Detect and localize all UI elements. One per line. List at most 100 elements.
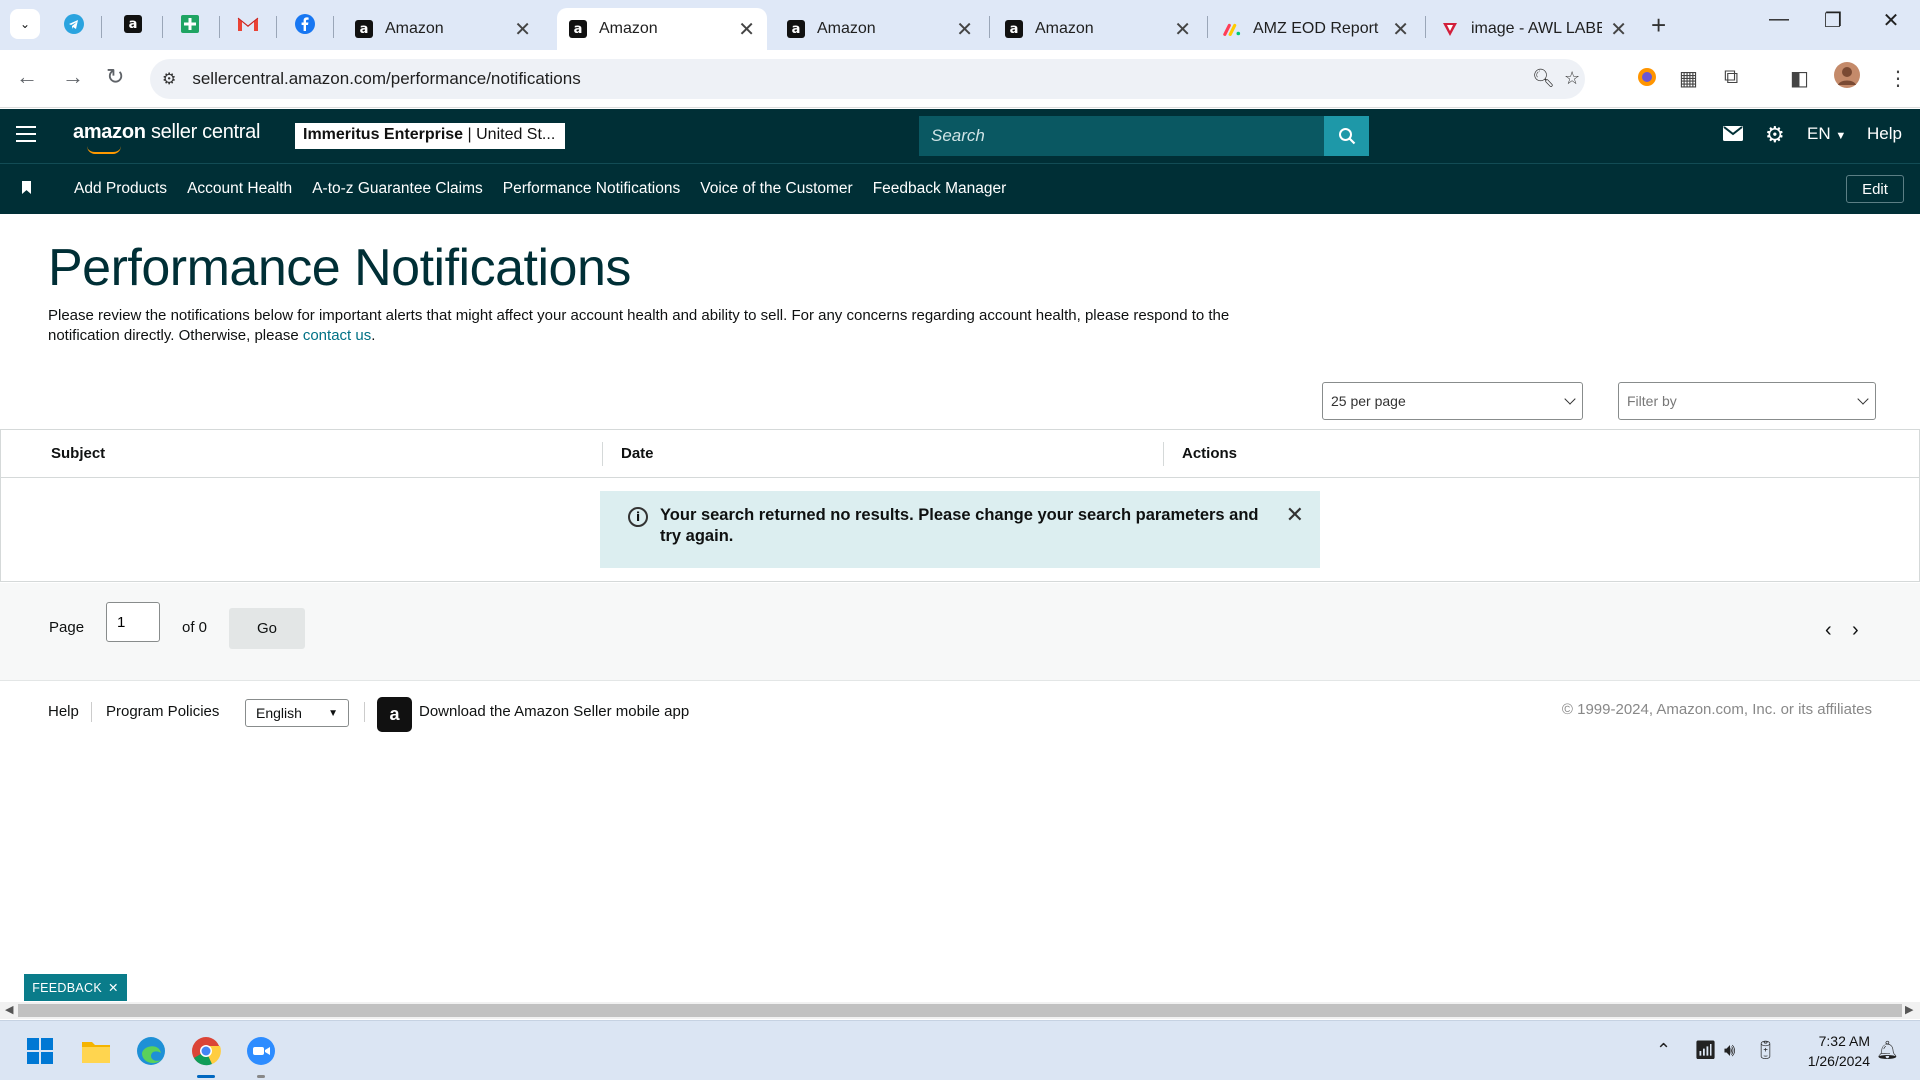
nav-link-feedback-manager[interactable]: Feedback Manager <box>873 180 1007 198</box>
close-tab-icon[interactable]: ✕ <box>514 17 531 42</box>
battery-icon[interactable]: 🔋︎ <box>1754 1040 1777 1061</box>
next-page-icon[interactable]: › <box>1852 619 1859 642</box>
amazon-seller-app-icon[interactable]: a <box>377 697 412 732</box>
plus-icon: + <box>1651 10 1667 40</box>
scroll-right-icon[interactable]: ▶ <box>1905 1002 1913 1019</box>
nav-link-voice-of-customer[interactable]: Voice of the Customer <box>700 180 853 198</box>
scroll-left-icon[interactable]: ◀ <box>5 1002 13 1019</box>
settings-button[interactable]: ⚙ <box>1765 122 1785 148</box>
column-header-date[interactable]: Date <box>621 445 654 462</box>
browser-tab[interactable]: AMZ EOD Report ✕ <box>1211 8 1421 50</box>
footer-language-select[interactable]: English ▼ <box>245 699 349 727</box>
site-info-icon[interactable]: ⚙ <box>162 69 176 89</box>
browser-tab[interactable]: a Amazon ✕ <box>775 8 985 50</box>
language-switcher[interactable]: EN ▼ <box>1807 124 1846 144</box>
browser-tab[interactable]: a Amazon ✕ <box>343 8 543 50</box>
previous-page-icon[interactable]: ‹ <box>1825 619 1832 642</box>
search-input[interactable] <box>919 116 1324 156</box>
close-tab-icon[interactable]: ✕ <box>956 17 973 42</box>
messages-button[interactable] <box>1723 126 1743 146</box>
filter-by-select[interactable]: Filter by <box>1618 382 1876 420</box>
zoom-icon[interactable]: 🔍︎ <box>1532 68 1555 89</box>
seller-central-logo[interactable]: amazon seller central <box>73 121 260 154</box>
back-button[interactable]: ← <box>16 64 38 90</box>
volume-icon[interactable]: 🔊︎ <box>1724 1040 1735 1061</box>
per-page-select[interactable]: 25 per page <box>1322 382 1583 420</box>
account-switcher[interactable]: Immeritus Enterprise | United St... <box>295 123 565 149</box>
edit-nav-button[interactable]: Edit <box>1846 175 1904 203</box>
close-tab-icon[interactable]: ✕ <box>1610 17 1627 42</box>
program-policies-link[interactable]: Program Policies <box>106 703 219 720</box>
horizontal-scrollbar[interactable]: ◀ ▶ <box>0 1002 1920 1019</box>
table-header: Subject Date Actions <box>1 430 1919 478</box>
pinned-tab-telegram[interactable] <box>60 10 88 38</box>
reload-button[interactable]: ↻ <box>106 64 124 90</box>
url-text[interactable]: sellercentral.amazon.com/performance/not… <box>192 69 580 89</box>
go-button[interactable]: Go <box>229 608 305 649</box>
scrollbar-thumb[interactable] <box>18 1004 1902 1017</box>
pinned-tab-facebook[interactable] <box>291 10 319 38</box>
pinned-tab-gmail[interactable] <box>234 10 262 38</box>
help-link[interactable]: Help <box>1867 124 1902 144</box>
close-tab-icon[interactable]: ✕ <box>1392 17 1409 42</box>
restore-button[interactable]: ❐ <box>1808 8 1858 33</box>
qr-code-icon[interactable]: ▦ <box>1679 66 1698 91</box>
extensions-puzzle-icon[interactable]: ⧉ <box>1724 66 1738 89</box>
forward-button[interactable]: → <box>62 64 84 90</box>
chrome-icon[interactable] <box>190 1035 222 1067</box>
close-icon[interactable]: ✕ <box>108 980 119 995</box>
nav-link-account-health[interactable]: Account Health <box>187 180 292 198</box>
alert-message: Your search returned no results. Please … <box>660 506 1259 545</box>
browser-tab-active[interactable]: a Amazon ✕ <box>557 8 767 50</box>
browser-tab[interactable]: image - AWL LABEL ✕ <box>1429 8 1639 50</box>
taskbar-clock[interactable]: 7:32 AM 1/26/2024 <box>1790 1031 1870 1071</box>
amazon-icon: a <box>569 20 587 38</box>
info-icon: i <box>628 507 648 527</box>
show-hidden-icons-chevron-up-icon[interactable]: ⌃ <box>1656 1040 1671 1061</box>
wifi-icon[interactable]: 📶︎ <box>1694 1040 1717 1061</box>
tab-title: Amazon <box>1035 20 1094 37</box>
browser-toolbar: ← → ↻ ⚙ sellercentral.amazon.com/perform… <box>0 50 1920 108</box>
nav-link-a-to-z-claims[interactable]: A-to-z Guarantee Claims <box>312 180 483 198</box>
nav-link-performance-notifications[interactable]: Performance Notifications <box>503 180 680 198</box>
feedback-button[interactable]: FEEDBACK ✕ <box>24 974 127 1001</box>
amazon-smile-icon <box>87 146 121 154</box>
browser-menu-icon[interactable]: ⋮ <box>1888 66 1908 91</box>
file-explorer-icon[interactable] <box>80 1035 112 1067</box>
close-tab-icon[interactable]: ✕ <box>738 17 755 42</box>
filter-placeholder: Filter by <box>1627 393 1677 409</box>
close-window-button[interactable]: ✕ <box>1866 8 1916 33</box>
zoom-icon[interactable] <box>245 1035 277 1067</box>
search-button[interactable] <box>1324 116 1369 156</box>
close-tab-icon[interactable]: ✕ <box>1174 17 1191 42</box>
side-panel-icon[interactable]: ◧ <box>1790 66 1809 91</box>
edge-icon[interactable] <box>135 1035 167 1067</box>
close-alert-icon[interactable]: ✕ <box>1286 504 1304 526</box>
tab-search-button[interactable]: ⌄ <box>10 9 40 39</box>
language-code: EN <box>1807 124 1831 143</box>
page-footer: Help Program Policies English ▼ a Downlo… <box>0 682 1920 742</box>
column-header-subject[interactable]: Subject <box>51 445 105 462</box>
footer-help-link[interactable]: Help <box>48 703 79 720</box>
profile-avatar[interactable] <box>1834 62 1860 94</box>
new-tab-button[interactable]: + <box>1651 10 1666 41</box>
nav-link-add-products[interactable]: Add Products <box>74 180 167 198</box>
bookmark-star-icon[interactable]: ☆ <box>1564 68 1580 89</box>
windows-start-icon[interactable] <box>24 1035 56 1067</box>
pinned-tab-amazon[interactable]: a <box>119 10 147 38</box>
pinned-tab-sheets[interactable] <box>176 10 204 38</box>
page-number-input[interactable] <box>106 602 160 642</box>
omnibox[interactable]: ⚙ sellercentral.amazon.com/performance/n… <box>150 59 1585 99</box>
arrow-left-icon: ← <box>16 64 38 89</box>
account-name: Immeritus Enterprise <box>303 126 464 143</box>
bookmark-icon[interactable] <box>22 181 31 194</box>
download-app-link[interactable]: Download the Amazon Seller mobile app <box>419 703 689 720</box>
contact-us-link[interactable]: contact us <box>303 327 371 344</box>
restore-icon: ❐ <box>1824 10 1842 32</box>
notification-bell-icon[interactable]: 🔔︎ <box>1876 1040 1899 1061</box>
browser-tab[interactable]: a Amazon ✕ <box>993 8 1203 50</box>
description-text: Please review the notifications below fo… <box>48 307 1230 344</box>
hamburger-menu-icon[interactable] <box>16 126 36 142</box>
extension-firefox-like-icon[interactable] <box>1636 66 1658 94</box>
minimize-button[interactable]: — <box>1754 8 1804 31</box>
